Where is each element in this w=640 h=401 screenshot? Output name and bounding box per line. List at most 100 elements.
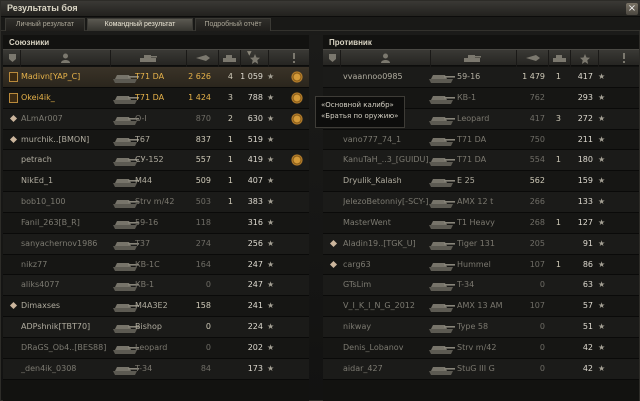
- damage-column-header[interactable]: [517, 50, 549, 67]
- table-row[interactable]: ALmAr007 O-I 870 2 630 ★: [3, 108, 309, 130]
- tab-detailed[interactable]: Подробный отчёт: [195, 18, 271, 31]
- xp-value: 159: [577, 176, 593, 186]
- table-row[interactable]: V_I_K_I_N_G_2012 AMX 13 AM 107 57 ★: [323, 296, 639, 318]
- player-name: Denis_Lobanov: [343, 342, 404, 352]
- tank-icon: [427, 258, 455, 272]
- table-row[interactable]: carg63 Hummel 107 1 86 ★: [323, 254, 639, 276]
- xp-value: 316: [247, 217, 263, 227]
- tank-name: O-I: [135, 113, 147, 123]
- damage-value: 158: [195, 301, 211, 311]
- table-row[interactable]: ADPshnik[TBT70] Bishop 0 224 ★: [3, 317, 309, 338]
- frags-value: 3: [227, 92, 233, 102]
- damage-value: 0: [205, 342, 211, 352]
- table-row[interactable]: aliks4077 КВ-1 0 247 ★: [3, 275, 309, 297]
- table-row[interactable]: GTsLim T-34 0 63 ★: [323, 275, 639, 297]
- frags-value: [221, 234, 233, 254]
- player-name: bob10_100: [21, 197, 66, 207]
- table-row[interactable]: nikway Type 58 0 51 ★: [323, 317, 639, 338]
- table-row[interactable]: Dryulik_Kalash E 25 562 159 ★: [323, 171, 639, 193]
- star-icon: ★: [267, 259, 275, 269]
- damage-value: 837: [195, 134, 211, 144]
- frags-column-header[interactable]: [549, 50, 571, 67]
- battle-results-window: Результаты боя × Личный результат Команд…: [0, 0, 640, 401]
- award-column-header[interactable]: [599, 50, 639, 67]
- table-row[interactable]: Fanil_263[B_R] 59-16 118 316 ★: [3, 212, 309, 234]
- table-row[interactable]: nikz77 КВ-1С 164 247 ★: [3, 254, 309, 276]
- shield-icon: [9, 54, 16, 62]
- damage-value: 164: [195, 259, 211, 269]
- table-row[interactable]: _den4ik_0308 T-34 84 173 ★: [3, 358, 309, 380]
- damage-value: 274: [195, 238, 211, 248]
- table-row[interactable]: petrach СУ-152 557 1 419 ★: [3, 150, 309, 172]
- xp-value: 1 059: [240, 72, 263, 81]
- star-icon: ★: [267, 363, 275, 373]
- person-icon: [381, 53, 390, 63]
- star-icon: ★: [267, 238, 275, 248]
- player-name: V_I_K_I_N_G_2012: [343, 301, 415, 311]
- table-row[interactable]: Okei4ik_ T71 DA 1 424 3 788 ★: [3, 87, 309, 109]
- award-column-header[interactable]: [269, 50, 309, 67]
- allies-panel: Союзники ▼ Madivn[YAP_C] T71 DA 2 626 4 1 05…: [3, 35, 309, 401]
- damage-value: 205: [529, 238, 545, 248]
- tank-name: Strv m/42: [457, 342, 497, 352]
- damage-value: 0: [539, 342, 545, 352]
- tank-name: КВ-1С: [135, 259, 160, 269]
- close-icon[interactable]: ×: [626, 3, 638, 15]
- damage-value: 1 479: [522, 72, 545, 81]
- squad-column-header[interactable]: [323, 50, 341, 67]
- player-name: Fanil_263[B_R]: [21, 217, 80, 227]
- table-row[interactable]: DRaGS_Ob4..[BES88] Leopard 0 202 ★: [3, 337, 309, 359]
- xp-column-header[interactable]: [571, 50, 599, 67]
- damage-value: 118: [195, 217, 211, 227]
- frags-value: 1: [555, 217, 561, 227]
- table-row[interactable]: KanuTaH_..3_[GUIDU] T71 DA 554 1 180 ★: [323, 150, 639, 172]
- frags-value: 3: [555, 113, 561, 123]
- star-icon: ★: [267, 134, 275, 144]
- window-title: Результаты боя: [7, 3, 78, 13]
- title-bar: Результаты боя ×: [1, 1, 640, 17]
- xp-value: 519: [247, 134, 263, 144]
- player-name: KanuTaH_..3_[GUIDU]: [343, 155, 429, 165]
- frags-value: [549, 359, 561, 379]
- award-icon[interactable]: [291, 91, 303, 104]
- frags-value: [221, 317, 233, 337]
- damage-value: 107: [529, 301, 545, 311]
- award-icon[interactable]: [291, 154, 303, 167]
- table-row[interactable]: Madivn[YAP_C] T71 DA 2 626 4 1 059 ★: [3, 67, 309, 88]
- xp-column-header[interactable]: ▼: [241, 50, 269, 67]
- tank-name: Type 58: [457, 322, 489, 332]
- tank-column-header[interactable]: [111, 50, 187, 67]
- frags-value: 4: [227, 72, 233, 81]
- frags-column-header[interactable]: [219, 50, 241, 67]
- tank-name: КВ-1: [457, 92, 477, 102]
- table-row[interactable]: Denis_Lobanov Strv m/42 0 42 ★: [323, 337, 639, 359]
- squad-column-header[interactable]: [3, 50, 21, 67]
- table-row[interactable]: vvaannoo0985 59-16 1 479 1 417 ★: [323, 67, 639, 88]
- tab-personal[interactable]: Личный результат: [5, 18, 85, 31]
- table-row[interactable]: Dimaxses M4A3E2 158 241 ★: [3, 296, 309, 318]
- player-column-header[interactable]: [341, 50, 431, 67]
- frags-value: [549, 192, 561, 212]
- tab-team[interactable]: Командный результат: [87, 18, 193, 31]
- award-icon[interactable]: [291, 112, 303, 125]
- tank-column-header[interactable]: [431, 50, 517, 67]
- player-column-header[interactable]: [21, 50, 111, 67]
- damage-column-header[interactable]: [187, 50, 219, 67]
- frags-value: [549, 296, 561, 316]
- table-row[interactable]: bob10_100 Strv m/42 503 1 383 ★: [3, 192, 309, 213]
- damage-value: 417: [529, 113, 545, 123]
- xp-value: 256: [247, 238, 263, 248]
- table-row[interactable]: JelezoBetonniy[-SCY-] AMX 12 t 266 133 ★: [323, 192, 639, 213]
- table-row[interactable]: NikEd_1 M44 509 1 407 ★: [3, 171, 309, 193]
- award-icon[interactable]: [291, 71, 303, 83]
- tank-icon: [427, 91, 455, 105]
- table-row[interactable]: aidar_427 StuG III G 0 42 ★: [323, 358, 639, 380]
- enemies-panel: Противник vvaannoo0985 59-16 1 479 1 417 ★ КВ-…: [323, 35, 639, 401]
- tank-name: Tiger 131: [457, 238, 495, 248]
- damage-value: 562: [529, 176, 545, 186]
- table-row[interactable]: Aladin19..[TGK_U] Tiger 131 205 91 ★: [323, 233, 639, 255]
- table-row[interactable]: murchik..[BMON] T67 837 1 519 ★: [3, 129, 309, 151]
- table-row[interactable]: MasterWent T1 Heavy 268 1 127 ★: [323, 212, 639, 234]
- table-row[interactable]: sanyachernov1986 T37 274 256 ★: [3, 233, 309, 255]
- table-row[interactable]: vano777_74_1 T71 DA 750 211 ★: [323, 129, 639, 151]
